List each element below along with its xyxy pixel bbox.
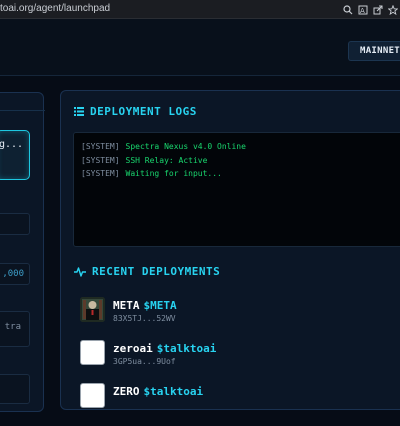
token-name: META $META: [113, 299, 177, 312]
description-textarea[interactable]: tra: [0, 311, 30, 347]
browser-toolbar-icons: A: [340, 2, 400, 17]
token-label: zeroai: [113, 342, 153, 355]
log-message: SSH Relay: Active: [125, 155, 208, 165]
broken-image-icon: [80, 383, 105, 408]
token-address[interactable]: 83X5TJ...52WV: [113, 314, 176, 323]
browser-address-bar[interactable]: toai.org/agent/launchpad A: [0, 0, 400, 19]
recent-deployments-title: RECENT DEPLOYMENTS: [92, 265, 221, 278]
recent-deployments-header: RECENT DEPLOYMENTS: [74, 265, 220, 278]
app-header: MAINNET: [0, 19, 400, 76]
url-text[interactable]: toai.org/agent/launchpad: [0, 3, 110, 14]
deployment-logs-header: DEPLOYMENT LOGS: [74, 105, 197, 118]
network-label: MAINNET: [360, 46, 400, 56]
description-placeholder: tra: [4, 322, 21, 332]
log-line: [SYSTEM] SSH Relay: Active: [81, 154, 400, 168]
log-tag: [SYSTEM]: [81, 142, 120, 151]
token-ticker: $META: [143, 299, 177, 312]
deploy-form-fields: g... ,000 tra: [0, 92, 50, 412]
log-console: [SYSTEM] Spectra Nexus v4.0 Online [SYSTE…: [73, 132, 400, 247]
svg-text:A: A: [360, 7, 365, 15]
log-message: Waiting for input...: [125, 169, 222, 178]
token-address[interactable]: 3GP5ua...9Uof: [113, 357, 176, 366]
log-message: Spectra Nexus v4.0 Online: [125, 142, 246, 151]
token-name: zeroai $talktoai: [113, 342, 216, 355]
log-tag: [SYSTEM]: [81, 155, 120, 165]
list-icon: [74, 107, 84, 116]
token-name: ZERO $talktoai: [113, 385, 203, 398]
name-input[interactable]: [0, 213, 30, 235]
token-avatar: [80, 297, 105, 322]
network-badge[interactable]: MAINNET: [348, 41, 400, 61]
search-icon[interactable]: [340, 2, 355, 17]
token-ticker: $talktoai: [143, 385, 204, 398]
log-line: [SYSTEM] Waiting for input...: [81, 167, 400, 181]
log-tag: [SYSTEM]: [81, 169, 120, 178]
deployment-list: META $META 83X5TJ...52WV zeroai $talktoai …: [80, 297, 380, 426]
token-label: ZERO: [113, 385, 140, 398]
broken-image-icon: [80, 340, 105, 365]
status-text: g...: [0, 139, 24, 150]
deployment-item[interactable]: META $META 83X5TJ...52WV: [80, 297, 380, 340]
star-icon[interactable]: [385, 2, 400, 17]
share-icon[interactable]: [370, 2, 385, 17]
deployment-item[interactable]: ZERO $talktoai: [80, 383, 380, 426]
log-line: [SYSTEM] Spectra Nexus v4.0 Online: [81, 140, 400, 154]
zoom-icon[interactable]: A: [355, 2, 370, 17]
amount-input[interactable]: ,000: [0, 263, 30, 285]
status-card: g...: [0, 130, 30, 180]
token-ticker: $talktoai: [156, 342, 217, 355]
deployment-item[interactable]: zeroai $talktoai 3GP5ua...9Uof: [80, 340, 380, 383]
activity-icon: [74, 266, 86, 277]
token-label: META: [113, 299, 140, 312]
amount-value: ,000: [2, 269, 24, 279]
deployment-logs-title: DEPLOYMENT LOGS: [90, 105, 197, 118]
